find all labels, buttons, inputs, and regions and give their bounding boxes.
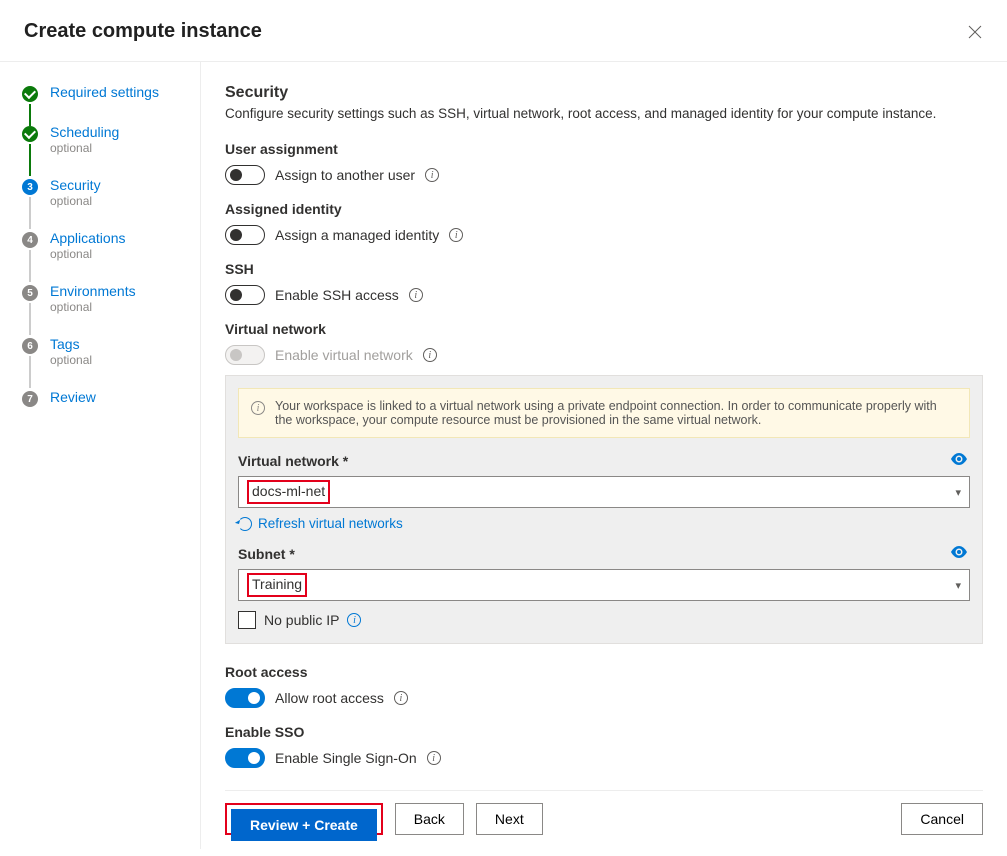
info-icon[interactable]: i [423,348,437,362]
checkbox-no-public-ip[interactable] [238,611,256,629]
select-virtual-network[interactable]: docs-ml-net ▾ [238,476,970,508]
toggle-assign-another-user[interactable] [225,165,265,185]
info-icon[interactable]: i [394,691,408,705]
step-label: Tags [50,336,80,352]
step-review[interactable]: 7 Review [22,389,200,405]
toggle-virtual-network [225,345,265,365]
preview-icon[interactable] [950,545,968,563]
toggle-label: Enable SSH access [275,287,399,303]
toggle-root-access[interactable] [225,688,265,708]
label-enable-sso: Enable SSO [225,724,983,740]
check-icon [22,86,38,102]
step-label: Scheduling [50,124,119,140]
step-label: Review [50,389,96,405]
cancel-button[interactable]: Cancel [901,803,983,835]
alert-text: Your workspace is linked to a virtual ne… [275,399,957,427]
label-ssh: SSH [225,261,983,277]
select-value: docs-ml-net [247,480,330,504]
chevron-down-icon: ▾ [955,486,961,499]
step-label: Required settings [50,84,159,100]
check-icon [22,126,38,142]
toggle-ssh[interactable] [225,285,265,305]
step-environments[interactable]: 5 Environments optional [22,283,200,314]
refresh-vnets-link[interactable]: Refresh virtual networks [238,516,970,531]
toggle-label: Enable Single Sign-On [275,750,417,766]
label-assigned-identity: Assigned identity [225,201,983,217]
section-title-security: Security [225,84,983,102]
step-required-settings[interactable]: Required settings [22,84,200,100]
toggle-label: Allow root access [275,690,384,706]
page-title: Create compute instance [24,20,262,43]
label-virtual-network: Virtual network [225,321,983,337]
step-tags[interactable]: 6 Tags optional [22,336,200,367]
step-scheduling[interactable]: Scheduling optional [22,124,200,155]
step-number-icon: 5 [22,285,38,301]
info-icon[interactable]: i [425,168,439,182]
step-optional: optional [50,353,200,367]
step-label: Applications [50,230,126,246]
section-desc: Configure security settings such as SSH,… [225,106,983,121]
step-optional: optional [50,141,200,155]
label-subnet-field: Subnet * [238,546,295,562]
back-button[interactable]: Back [395,803,464,835]
wizard-sidebar: Required settings Scheduling optional 3 … [0,61,200,849]
step-optional: optional [50,247,200,261]
chevron-down-icon: ▾ [955,579,961,592]
select-value: Training [247,573,307,597]
step-number-icon: 4 [22,232,38,248]
label-root-access: Root access [225,664,983,680]
step-applications[interactable]: 4 Applications optional [22,230,200,261]
select-subnet[interactable]: Training ▾ [238,569,970,601]
info-icon[interactable]: i [427,751,441,765]
step-number-icon: 3 [22,179,38,195]
info-icon[interactable]: i [449,228,463,242]
step-optional: optional [50,300,200,314]
step-security[interactable]: 3 Security optional [22,177,200,208]
close-button[interactable] [967,24,983,40]
next-button[interactable]: Next [476,803,543,835]
toggle-sso[interactable] [225,748,265,768]
vnet-info-alert: i Your workspace is linked to a virtual … [238,388,970,438]
label-vnet-field: Virtual network * [238,453,348,469]
step-label: Security [50,177,101,193]
highlight-box: Review + Create [225,803,383,835]
info-icon[interactable]: i [347,613,361,627]
virtual-network-panel: i Your workspace is linked to a virtual … [225,375,983,644]
step-number-icon: 6 [22,338,38,354]
toggle-label: Assign a managed identity [275,227,439,243]
toggle-label: Assign to another user [275,167,415,183]
toggle-label: Enable virtual network [275,347,413,363]
step-optional: optional [50,194,200,208]
step-label: Environments [50,283,136,299]
preview-icon[interactable] [950,452,968,470]
review-create-button[interactable]: Review + Create [231,809,377,841]
wizard-footer: Review + Create Back Next Cancel [225,790,983,849]
label-user-assignment: User assignment [225,141,983,157]
refresh-label: Refresh virtual networks [258,516,403,531]
info-icon: i [251,401,265,415]
step-number-icon: 7 [22,391,38,407]
checkbox-label: No public IP [264,612,339,628]
toggle-managed-identity[interactable] [225,225,265,245]
refresh-icon [238,517,252,531]
info-icon[interactable]: i [409,288,423,302]
